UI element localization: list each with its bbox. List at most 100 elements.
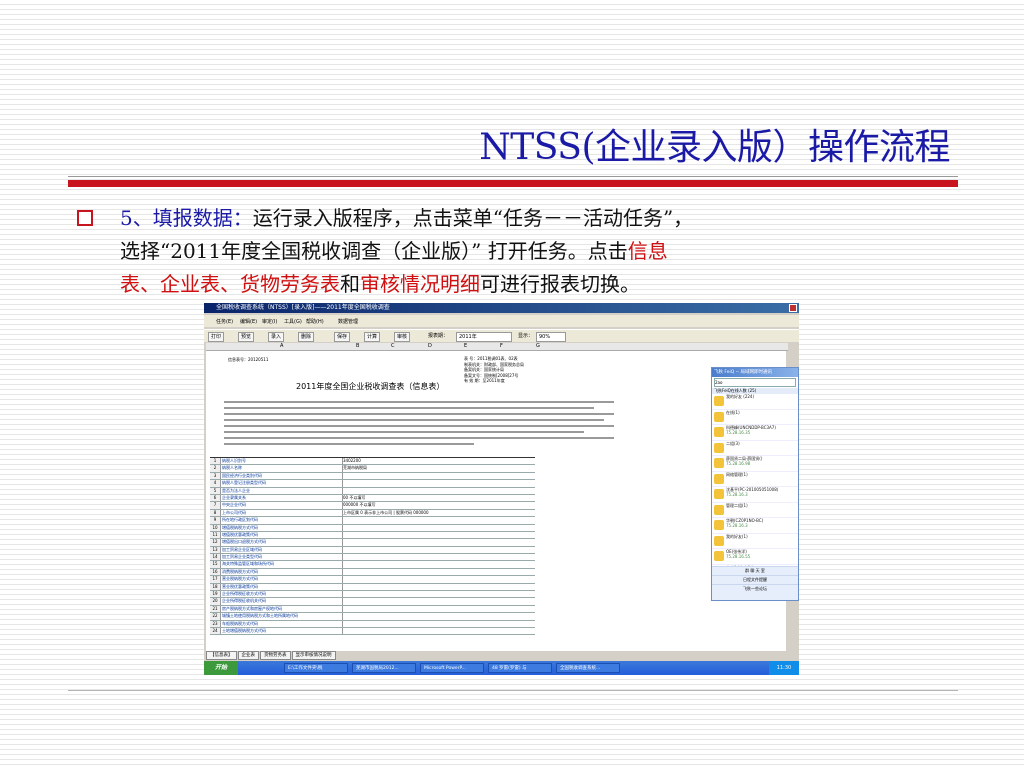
title-rule — [68, 180, 958, 187]
avatar-icon — [714, 489, 724, 499]
preview-button[interactable]: 预览 — [238, 332, 255, 342]
period-select[interactable]: 2011年 — [456, 332, 512, 342]
im-contact[interactable]: 科德峰(UNCNDDP-BC3A7) 75.28.16.35 — [712, 425, 798, 441]
row-label: 企业所得税征收机关代码 — [222, 598, 266, 604]
app-screenshot: 全国税收调查系统（NTSS）[录入版]——2011年度全国税收调查 任务(E) … — [204, 303, 799, 675]
im-footer-link[interactable]: 飞秋一些论坛 — [712, 584, 798, 593]
row-number: 22 — [210, 613, 221, 620]
column-c: C — [391, 343, 395, 349]
row-value[interactable] — [342, 583, 533, 591]
row-value[interactable] — [342, 539, 533, 546]
im-contact-ip: 75.28.16.3 — [726, 523, 748, 528]
tab-goods-services-table[interactable]: 货物劳务表 — [260, 651, 291, 660]
step-label: 5、填报数据： — [120, 206, 253, 230]
menu-review[interactable]: 审定(I) — [262, 318, 277, 325]
row-value[interactable] — [342, 613, 533, 620]
row-number: 9 — [210, 517, 221, 524]
menu-tools[interactable]: 工具(G) — [284, 318, 302, 325]
table-row: 16 消费税纳税方式代码 — [210, 568, 535, 577]
meta-line: 备案机关：国家统计局 — [464, 367, 504, 372]
row-number: 21 — [210, 605, 221, 613]
delete-button[interactable]: 删除 — [298, 332, 315, 342]
audit-button[interactable]: 审核 — [394, 332, 411, 342]
row-label: 房产税纳税方式和房屋产权地代码 — [222, 605, 282, 611]
row-value[interactable]: 上市区属 0 表示非上市公司 | 股票代码 000000 — [342, 509, 533, 517]
close-icon[interactable] — [789, 304, 797, 312]
taskbar-item[interactable]: 48 罗雷(罗雷) 与 — [488, 663, 552, 673]
input-button[interactable]: 录入 — [268, 332, 285, 342]
im-contact-name: 我的好友 (224) — [726, 394, 755, 399]
row-value[interactable]: 000000 不以填写 — [342, 502, 533, 509]
row-number: 4 — [210, 480, 221, 487]
row-value[interactable] — [342, 568, 533, 576]
im-footer-link[interactable]: 日程文件提醒 — [712, 575, 798, 584]
row-value[interactable] — [342, 554, 533, 561]
row-value[interactable] — [342, 576, 533, 583]
spreadsheet[interactable]: 信息表号：20120511 表 号：2011税调01表、02表 制表机关：财政部… — [206, 351, 786, 651]
meta-line: 表 号：2011税调01表、02表 — [464, 356, 518, 361]
taskbar-item[interactable]: E:\工作文件夹\税 — [284, 663, 348, 673]
row-value[interactable] — [342, 524, 533, 531]
row-value[interactable] — [342, 546, 533, 554]
avatar-icon — [714, 520, 724, 530]
taskbar-item[interactable]: 芜湖市国税局2012... — [352, 663, 416, 673]
row-label: 土地增值税纳税方式代码 — [222, 627, 266, 633]
row-value[interactable] — [342, 598, 533, 605]
taskbar: 开始 E:\工作文件夹\税 芜湖市国税局2012... Microsoft Po… — [204, 661, 799, 675]
im-footer-link[interactable]: 群 聊 天 室 — [712, 566, 798, 575]
row-value[interactable]: 00 不以填写 — [342, 494, 533, 502]
tables-link: 表、企业表、货物劳务表 — [120, 272, 340, 296]
menu-help[interactable]: 帮助(H) — [306, 318, 324, 325]
row-value[interactable]: 3402200 — [342, 458, 533, 465]
row-number: 20 — [210, 598, 221, 605]
table-row: 4 纳税人登记注册类型代码 — [210, 480, 535, 488]
menu-task[interactable]: 任务(E) — [216, 318, 233, 325]
im-contact[interactable]: 华朝(CZ0P1NO-BC) 75.28.16.3 — [712, 518, 798, 534]
print-button[interactable]: 打印 — [208, 332, 225, 342]
im-contact[interactable]: OE(张伟洋) 75.28.16.55 — [712, 549, 798, 565]
taskbar-item[interactable]: Microsoft PowerP... — [420, 663, 484, 673]
info-table-link: 信息 — [627, 239, 668, 263]
row-number: 12 — [210, 539, 221, 546]
row-value[interactable] — [342, 605, 533, 613]
row-value[interactable] — [342, 591, 533, 598]
row-value[interactable] — [342, 561, 533, 568]
row-value[interactable] — [342, 517, 533, 524]
tab-audit-notes[interactable]: 显示审核情况说明 — [291, 651, 336, 660]
row-value[interactable] — [342, 472, 533, 480]
im-contact[interactable]: 沈基平(PC-201005051008) 75.28.16.3 — [712, 487, 798, 503]
im-contact[interactable]: 网络管理(1) — [712, 472, 798, 487]
start-button[interactable]: 开始 — [204, 661, 238, 675]
table-row: 14 加工贸易企业类型代码 — [210, 554, 535, 562]
im-contact[interactable]: 薛国贤二局·薛国贤() 75.28.16.98 — [712, 456, 798, 472]
row-value[interactable] — [342, 627, 533, 635]
im-contact[interactable]: 我的好友 (224) — [712, 394, 798, 410]
im-contact-ip: 75.28.16.55 — [726, 554, 751, 559]
im-search-input[interactable]: 2ao — [714, 378, 796, 387]
row-value[interactable] — [342, 620, 533, 627]
row-label: 营业税优惠政策代码 — [222, 583, 258, 589]
instruction-line — [224, 425, 614, 427]
table-row: 23 车船税纳税方式代码 — [210, 620, 535, 628]
instruction-line — [224, 419, 604, 421]
im-contact[interactable]: 管理二组(1) — [712, 503, 798, 518]
save-button[interactable]: 保存 — [334, 332, 351, 342]
avatar-icon — [714, 473, 724, 484]
taskbar-item[interactable]: 全国税收调查系统... — [556, 663, 620, 673]
row-value[interactable]: 芜湖市纳税局 — [342, 465, 533, 472]
im-contact[interactable]: 我的好友(1) — [712, 534, 798, 549]
table-row: 7 中央企业代码 000000 不以填写 — [210, 502, 535, 510]
row-value[interactable] — [342, 531, 533, 539]
menu-data-management[interactable]: 数据管理 — [338, 318, 358, 325]
im-contact[interactable]: 二组(3) — [712, 441, 798, 456]
calculate-button[interactable]: 计算 — [364, 332, 381, 342]
table-row: 5 是否为法人企业 — [210, 487, 535, 495]
row-value[interactable] — [342, 480, 533, 487]
menu-edit[interactable]: 编辑(E) — [240, 318, 257, 325]
zoom-select[interactable]: 90% — [536, 332, 566, 342]
row-value[interactable] — [342, 487, 533, 494]
row-number: 7 — [210, 502, 221, 509]
im-contact[interactable]: 在线(1) — [712, 410, 798, 425]
tab-enterprise-table[interactable]: 企业表 — [237, 651, 259, 660]
tab-info-table[interactable]: 【信息表】 — [206, 651, 237, 660]
